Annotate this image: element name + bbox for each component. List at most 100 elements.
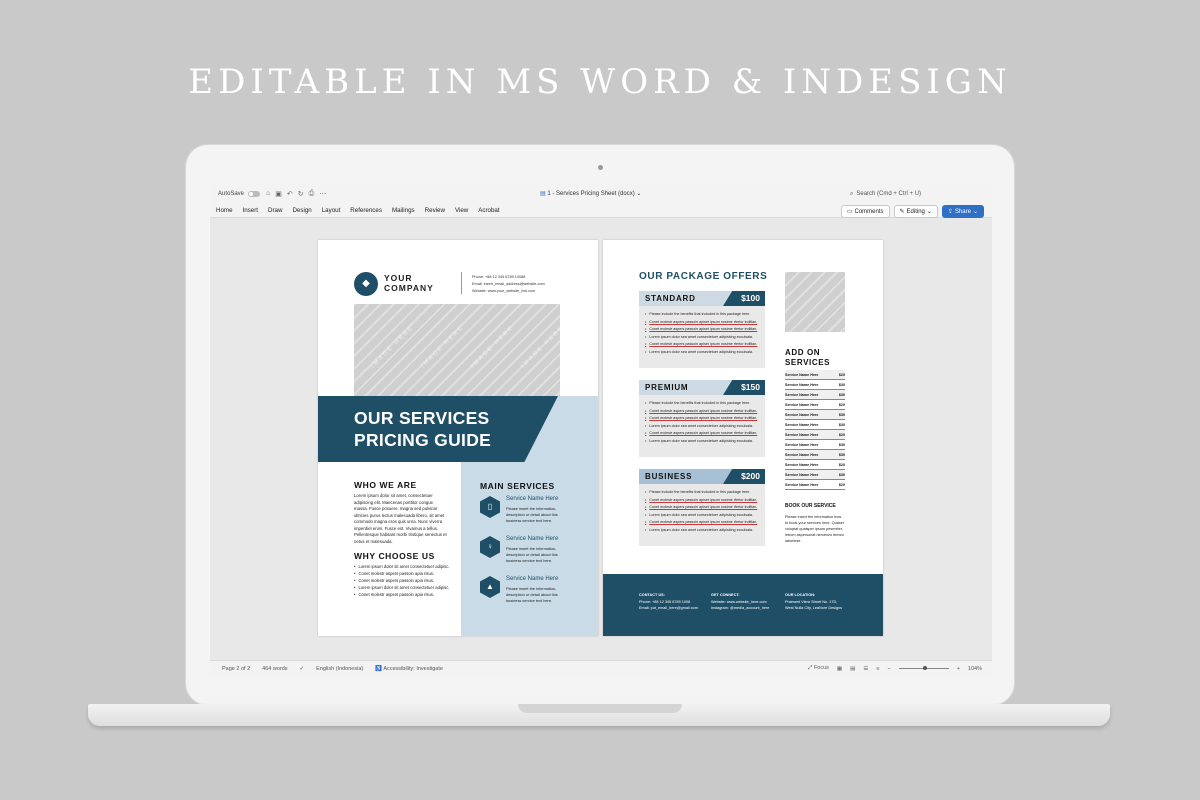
zoom-slider[interactable] [898, 666, 949, 670]
email-text: Email: insert_email_address@website.com [472, 282, 545, 286]
phone-text: Phone: +88 12 345 6789 10088 [472, 275, 526, 279]
image-placeholder-label: IMAGE HERE [470, 324, 516, 370]
package-standard: STANDARD$100 Please include the benefits… [639, 291, 765, 368]
accessibility-status[interactable]: ♿ Accessibility: Investigate [375, 666, 443, 672]
camera [598, 165, 603, 170]
autosave-toggle[interactable] [248, 191, 261, 197]
editing-button[interactable]: ✎ Editing ⌄ [893, 205, 938, 218]
web-layout-icon[interactable]: ▤ [850, 666, 855, 672]
document-title[interactable]: ▤ 1 - Services Pricing Sheet (docx) ⌄ [540, 190, 641, 197]
print-icon[interactable]: ⎙ [309, 190, 315, 198]
zoom-out-icon[interactable]: − [887, 666, 890, 672]
table-row: Service Name Here $20 [785, 460, 845, 470]
tab-review[interactable]: Review [425, 207, 445, 214]
why-list: Lorem ipsum dolor sit amet consectetuer … [354, 563, 454, 598]
price-badge: $200 [723, 469, 765, 484]
price-badge: $150 [723, 380, 765, 395]
page-title: OUR SERVICES PRICING GUIDE [354, 408, 492, 450]
share-button[interactable]: ⇪ Share ⌄ [941, 205, 984, 218]
who-text: Lorem ipsum dolor sit amet, consectetuer… [354, 493, 447, 544]
tab-insert[interactable]: Insert [243, 207, 258, 214]
save-icon[interactable]: ▣ [275, 190, 282, 198]
chevron-down-icon: ⌄ [972, 209, 978, 215]
list-item: Conet molestr aspers passoin apia risus. [354, 577, 454, 584]
ribbon-tabs: Home Insert Draw Design Layout Reference… [210, 204, 992, 218]
image-placeholder-label: IMAGE HERE [420, 324, 466, 370]
list-item: Conet molestr aspers passoin apia risus. [354, 591, 454, 598]
book-heading: BOOK OUR SERVICE [785, 503, 836, 509]
view-controls: ⤢ Focus ▦ ▤ ☰ ≡ − + 104% [808, 665, 982, 672]
footer-connect: GET CONNECT: Website: www.website_here.c… [711, 593, 770, 610]
status-bar: Page 2 of 2 464 words ✓ English (Indones… [210, 660, 992, 676]
zoom-in-icon[interactable]: + [957, 666, 960, 672]
website-text: Website: www.your_website_link.com [472, 289, 536, 293]
contact-block: Phone: +88 12 345 6789 10088 Email: inse… [472, 274, 545, 295]
home-icon[interactable]: ⌂ [266, 190, 270, 198]
tab-design[interactable]: Design [292, 207, 311, 214]
package-premium: PREMIUM$150 Please include the benefits … [639, 380, 765, 457]
autosave-label: AutoSave [218, 191, 245, 197]
package-business: BUSINESS$200 Please include the benefits… [639, 469, 765, 546]
main-services-heading: MAIN SERVICES [480, 481, 555, 491]
language[interactable]: English (Indonesia) [316, 666, 363, 672]
why-heading: WHY CHOOSE US [354, 551, 435, 561]
laptop-notch [518, 704, 682, 713]
tab-references[interactable]: References [350, 207, 382, 214]
share-icon: ⇪ [947, 209, 953, 215]
footer-contact: CONTACT US: Phone: +88 12 345 6789 1008 … [639, 593, 698, 610]
price-badge: $100 [723, 291, 765, 306]
document-page-2[interactable]: OUR PACKAGE OFFERS STANDARD$100 Please i… [603, 240, 883, 636]
image-placeholder-label: IMAGE HERE [370, 324, 416, 370]
outline-icon[interactable]: ☰ [863, 666, 868, 672]
tab-view[interactable]: View [455, 207, 468, 214]
table-row: Service Name Here $30 [785, 380, 845, 390]
tab-layout[interactable]: Layout [322, 207, 341, 214]
search-icon: ⌕ [850, 190, 854, 197]
redo-icon[interactable]: ↻ [298, 190, 304, 198]
autosave[interactable]: AutoSave [218, 191, 261, 197]
quick-access-toolbar: ⌂ ▣ ↶ ↻ ⎙ ⋯ [266, 190, 326, 198]
zoom-level[interactable]: 104% [968, 666, 982, 672]
search-box[interactable]: ⌕ Search (Cmd + Ctrl + U) [850, 188, 974, 200]
word-window: AutoSave ⌂ ▣ ↶ ↻ ⎙ ⋯ ▤ 1 - Services Pric… [210, 184, 992, 676]
table-row: Service Name Here $20 [785, 400, 845, 410]
table-row: Service Name Here $20 [785, 370, 845, 380]
headline: EDITABLE IN MS WORD & INDESIGN [188, 62, 1012, 102]
focus-button[interactable]: ⤢ Focus [808, 665, 829, 672]
chevron-down-icon: ⌄ [636, 191, 642, 197]
document-icon: ▤ [540, 191, 546, 197]
tab-mailings[interactable]: Mailings [392, 207, 415, 214]
offers-heading: OUR PACKAGE OFFERS [639, 271, 768, 282]
list-item: Conet molestr aspers passoin apia risus. [354, 570, 454, 577]
addon-heading: ADD ON SERVICES [785, 348, 831, 367]
comment-icon: ▭ [846, 209, 853, 215]
more-icon[interactable]: ⋯ [319, 190, 326, 198]
draft-icon[interactable]: ≡ [876, 666, 879, 672]
tab-acrobat[interactable]: Acrobat [478, 207, 499, 214]
image-placeholder: IMAGE HERE IMAGE HERE IMAGE HERE IMAGE H… [354, 304, 565, 404]
proofing-icon[interactable]: ✓ [300, 666, 305, 672]
table-row: Service Name Here $30 [785, 450, 845, 460]
table-row: Service Name Here $30 [785, 470, 845, 480]
table-row: Service Name Here $30 [785, 420, 845, 430]
pencil-icon: ✎ [899, 209, 905, 215]
accessibility-icon: ♿ [375, 665, 383, 672]
document-page-1[interactable]: ◆ YOUR COMPANY Phone: +88 12 345 6789 10… [318, 240, 598, 636]
title-bar: AutoSave ⌂ ▣ ↶ ↻ ⎙ ⋯ ▤ 1 - Services Pric… [210, 184, 992, 204]
chevron-down-icon: ⌄ [926, 209, 932, 215]
image-placeholder [785, 272, 845, 332]
comments-button[interactable]: ▭ Comments [840, 205, 890, 218]
list-item: Lorem ipsum dolor sit amet consectetuer … [354, 584, 454, 591]
tab-draw[interactable]: Draw [268, 207, 282, 214]
word-count[interactable]: 464 words [262, 666, 287, 672]
undo-icon[interactable]: ↶ [287, 190, 293, 198]
table-row: Service Name Here $30 [785, 390, 845, 400]
page-count[interactable]: Page 2 of 2 [222, 666, 250, 672]
print-layout-icon[interactable]: ▦ [837, 666, 842, 672]
image-placeholder-label: IMAGE HERE [520, 324, 566, 370]
footer-location: OUR LOCATION: Praesent Viera Street No. … [785, 593, 843, 610]
tab-home[interactable]: Home [216, 207, 233, 214]
focus-icon: ⤢ [808, 665, 813, 671]
page-footer: CONTACT US: Phone: +88 12 345 6789 1008 … [603, 574, 883, 636]
list-item: Lorem ipsum dolor sit amet consectetuer … [354, 563, 454, 570]
